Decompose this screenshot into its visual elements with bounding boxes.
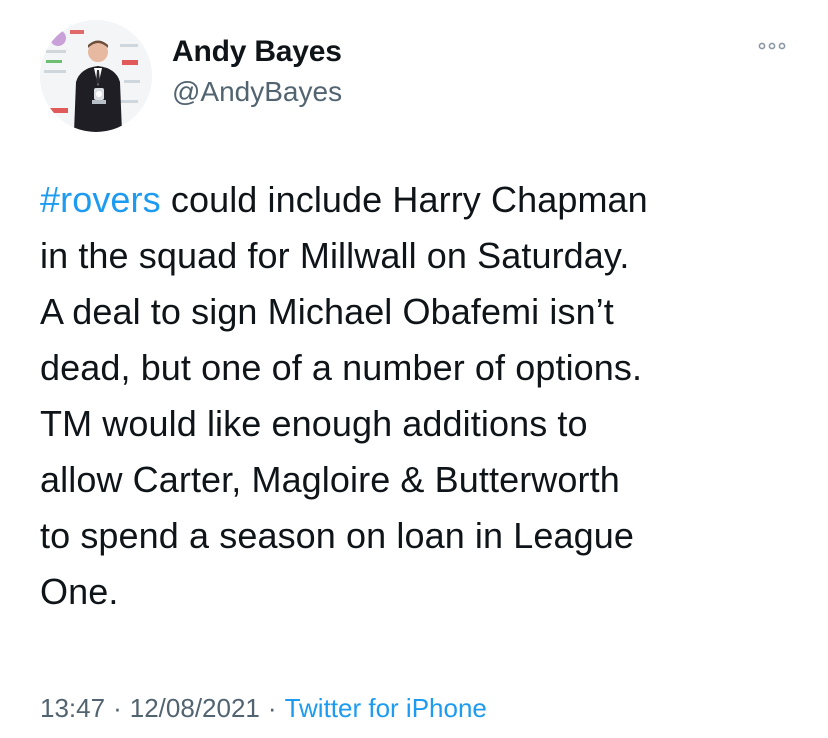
tweet-meta: 13:47 · 12/08/2021 · Twitter for iPhone	[40, 690, 487, 726]
avatar-photo	[40, 20, 152, 132]
hashtag-link[interactable]: #rovers	[40, 179, 161, 220]
tweet-body: could include Harry Chapman in the squad…	[40, 179, 648, 612]
more-options-button[interactable]	[752, 34, 792, 58]
meta-separator: ·	[267, 693, 277, 723]
author-block: Andy Bayes @AndyBayes	[172, 34, 342, 110]
tweet-date[interactable]: 12/08/2021	[130, 693, 260, 723]
meta-separator: ·	[113, 693, 122, 723]
more-horizontal-icon	[758, 42, 786, 50]
tweet-time[interactable]: 13:47	[40, 693, 105, 723]
avatar[interactable]	[40, 20, 152, 132]
tweet: Andy Bayes @AndyBayes #rovers could incl…	[0, 0, 828, 738]
author-handle[interactable]: @AndyBayes	[172, 74, 342, 110]
tweet-text: #rovers could include Harry Chapman in t…	[40, 172, 800, 620]
author-display-name[interactable]: Andy Bayes	[172, 34, 342, 70]
tweet-source-link[interactable]: Twitter for iPhone	[285, 693, 487, 723]
